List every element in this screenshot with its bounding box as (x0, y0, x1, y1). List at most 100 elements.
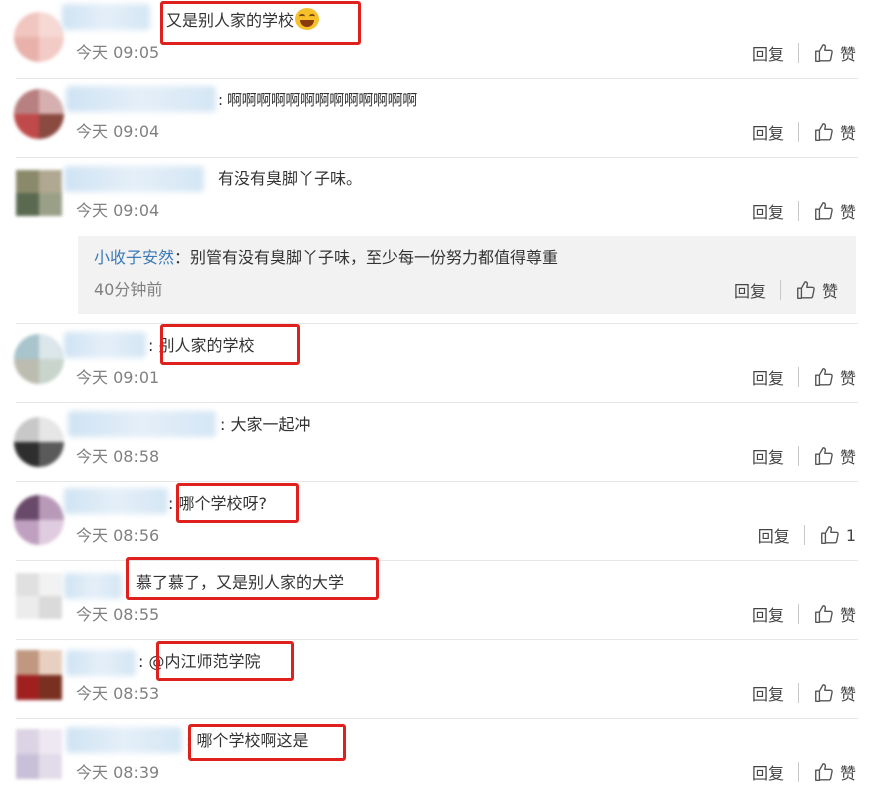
comment-actions: 回复 赞 (752, 443, 856, 469)
like-count: 赞 (839, 764, 856, 783)
like-button[interactable]: 赞 (813, 760, 856, 784)
highlight-box (126, 557, 379, 600)
comment-text-content: 啊啊啊啊啊啊啊啊啊啊啊啊啊 (227, 91, 417, 109)
username[interactable] (66, 727, 182, 753)
highlight-box (160, 1, 361, 45)
thumbs-up-icon (820, 526, 839, 544)
timestamp: 今天 09:01 (76, 368, 160, 387)
action-divider (797, 604, 799, 624)
comment-item: : 大家一起冲 今天 08:58 回复 赞 (0, 403, 880, 482)
avatar[interactable] (16, 650, 62, 700)
like-count: 赞 (839, 606, 856, 625)
sub-reply-actions: 回复 赞 (734, 277, 838, 303)
comment-separator: : (218, 91, 223, 109)
action-divider (779, 280, 781, 300)
like-count: 赞 (839, 124, 856, 143)
timestamp: 今天 09:05 (76, 43, 160, 62)
comment-item: 又是别人家的学校 今天 09:05 回复 赞 (0, 0, 880, 79)
action-divider (797, 762, 799, 782)
sub-reply: 小收子安然：别管有没有臭脚丫子味，至少每一份努力都值得尊重 40分钟前 回复 赞 (78, 236, 856, 314)
thumbs-up-icon (815, 123, 833, 141)
username[interactable] (68, 411, 216, 437)
action-divider (797, 122, 799, 142)
thumbs-up-icon (797, 281, 815, 299)
like-count: 赞 (839, 685, 856, 704)
like-count: 赞 (839, 203, 856, 222)
avatar[interactable] (14, 417, 64, 467)
timestamp: 今天 08:53 (76, 684, 160, 703)
reply-button[interactable]: 回复 (752, 760, 784, 784)
comment-feed: 又是别人家的学校 今天 09:05 回复 赞 : 啊啊啊啊啊啊啊啊啊啊啊啊啊 今… (0, 0, 880, 795)
timestamp: 今天 08:39 (76, 763, 160, 782)
reply-button[interactable]: 回复 (758, 523, 790, 547)
comment-text-content: 有没有臭脚丫子味。 (218, 169, 363, 188)
like-count: 赞 (839, 369, 856, 388)
username[interactable] (64, 332, 146, 358)
comment-item: 慕了慕了，又是别人家的大学 今天 08:55 回复 赞 (0, 557, 880, 640)
action-divider (803, 525, 805, 545)
avatar[interactable] (14, 12, 64, 62)
timestamp: 今天 09:04 (76, 122, 160, 141)
comment-text: : 大家一起冲 (220, 413, 311, 437)
highlight-box (188, 724, 346, 761)
reply-button[interactable]: 回复 (752, 681, 784, 705)
thumbs-up-icon (815, 44, 833, 62)
like-button[interactable]: 赞 (813, 365, 856, 389)
action-divider (797, 683, 799, 703)
action-divider (797, 201, 799, 221)
sub-reply-text: 小收子安然：别管有没有臭脚丫子味，至少每一份努力都值得尊重 (94, 246, 558, 270)
comment-separator: : (148, 336, 154, 355)
reply-button[interactable]: 回复 (752, 365, 784, 389)
comment-item: : 啊啊啊啊啊啊啊啊啊啊啊啊啊 今天 09:04 回复 赞 (0, 79, 880, 158)
comment-actions: 回复 赞 (752, 759, 856, 785)
username[interactable] (64, 166, 204, 192)
thumbs-up-icon (815, 202, 833, 220)
reply-button[interactable]: 回复 (752, 602, 784, 626)
highlight-box (176, 483, 299, 523)
like-count: 赞 (821, 282, 838, 301)
reply-button[interactable]: 回复 (752, 199, 784, 223)
like-button[interactable]: 赞 (813, 41, 856, 65)
avatar[interactable] (14, 495, 64, 545)
thumbs-up-icon (815, 684, 833, 702)
comment-separator: : (220, 415, 226, 434)
like-button[interactable]: 赞 (813, 681, 856, 705)
avatar[interactable] (16, 729, 62, 779)
like-button[interactable]: 赞 (813, 120, 856, 144)
action-divider (797, 446, 799, 466)
reply-button[interactable]: 回复 (752, 41, 784, 65)
thumbs-up-icon (815, 763, 833, 781)
username[interactable] (64, 573, 122, 599)
comment-text-content: 大家一起冲 (230, 415, 311, 434)
avatar[interactable] (14, 334, 64, 384)
reply-button[interactable]: 回复 (752, 120, 784, 144)
username[interactable] (66, 650, 136, 676)
like-button[interactable]: 赞 (813, 199, 856, 223)
comment-separator: : (138, 652, 144, 671)
timestamp: 今天 08:58 (76, 447, 160, 466)
thumbs-up-icon (815, 368, 833, 386)
like-button[interactable]: 赞 (813, 602, 856, 626)
comment-text: : 啊啊啊啊啊啊啊啊啊啊啊啊啊 (218, 88, 417, 112)
like-button[interactable]: 1 (819, 524, 856, 546)
comment-actions: 回复 赞 (752, 601, 856, 627)
username[interactable] (66, 86, 216, 112)
timestamp: 今天 08:56 (76, 526, 160, 545)
like-count: 1 (845, 525, 856, 545)
avatar[interactable] (16, 170, 62, 216)
reply-button[interactable]: 回复 (752, 444, 784, 468)
comment-separator: : (168, 494, 174, 513)
thumbs-up-icon (815, 447, 833, 465)
sub-reply-username[interactable]: 小收子安然 (94, 248, 174, 267)
like-button[interactable]: 赞 (813, 444, 856, 468)
username[interactable] (62, 4, 150, 30)
avatar[interactable] (14, 89, 64, 139)
comment-actions: 回复 赞 (752, 680, 856, 706)
reply-button[interactable]: 回复 (734, 278, 766, 302)
comment-actions: 回复 赞 (752, 198, 856, 224)
username[interactable] (64, 488, 168, 514)
comment-item: : 别人家的学校 今天 09:01 回复 赞 (0, 324, 880, 403)
sub-reply-content: ：别管有没有臭脚丫子味，至少每一份努力都值得尊重 (174, 248, 559, 267)
like-button[interactable]: 赞 (795, 278, 838, 302)
avatar[interactable] (16, 573, 62, 619)
